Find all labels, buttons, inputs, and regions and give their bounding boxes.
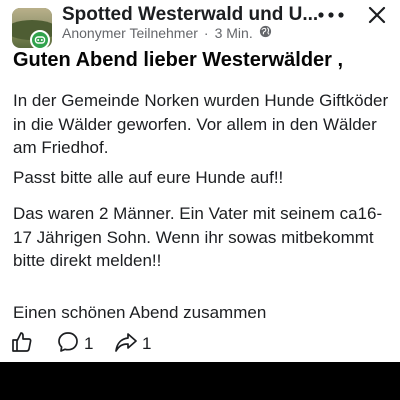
comment-button[interactable]: 1 bbox=[56, 330, 93, 358]
author-name[interactable]: Anonymer Teilnehmer bbox=[62, 25, 198, 41]
share-icon bbox=[114, 330, 138, 359]
post-paragraph-4: Einen schönen Abend zusammen bbox=[13, 303, 267, 322]
post-title: Guten Abend lieber Westerwälder , bbox=[13, 49, 344, 71]
post-actions: 1 1 bbox=[0, 330, 400, 358]
like-icon bbox=[10, 330, 34, 359]
post-paragraph-2: Passt bitte alle auf eure Hunde auf!! bbox=[13, 168, 284, 187]
post-paragraph-1: In der Gemeinde Norken wurden Hunde Gift… bbox=[13, 91, 389, 157]
post-time[interactable]: 3 Min. bbox=[215, 25, 253, 41]
like-button[interactable] bbox=[10, 330, 34, 358]
post-card: Spotted Westerwald und U... Anonymer Tei… bbox=[0, 0, 400, 362]
comment-count: 1 bbox=[84, 334, 94, 353]
post-paragraph-3: Das waren 2 Männer. Ein Vater mit seinem… bbox=[13, 204, 383, 270]
meta-separator: · bbox=[203, 25, 209, 41]
more-icon[interactable] bbox=[314, 2, 348, 28]
share-count: 1 bbox=[142, 334, 152, 353]
public-globe-icon bbox=[259, 25, 272, 41]
comment-icon bbox=[56, 330, 80, 359]
group-name[interactable]: Spotted Westerwald und U... bbox=[62, 4, 332, 26]
post-meta: Anonymer Teilnehmer · 3 Min. bbox=[62, 24, 272, 42]
close-icon[interactable] bbox=[360, 0, 394, 30]
share-button[interactable]: 1 bbox=[114, 330, 151, 358]
